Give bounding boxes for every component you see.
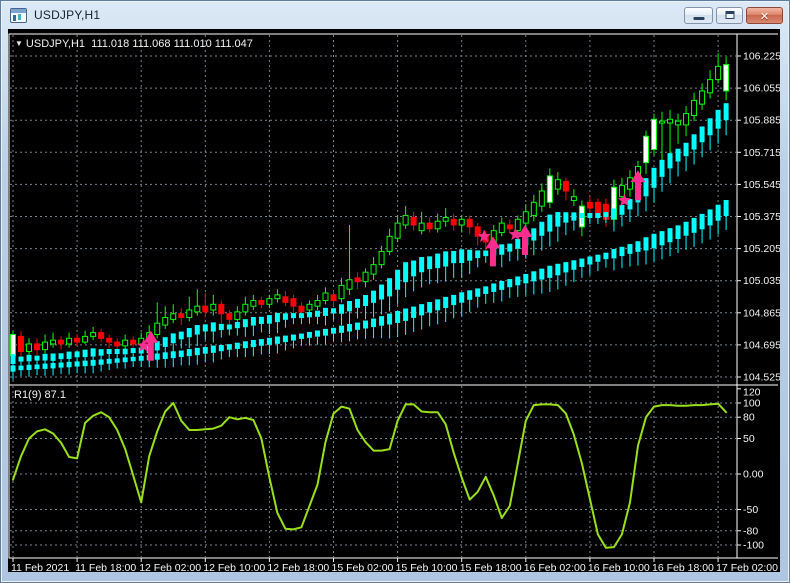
svg-text:16 Feb 18:00: 16 Feb 18:00 xyxy=(652,562,714,572)
maximize-icon xyxy=(725,11,734,19)
svg-text:15 Feb 02:00: 15 Feb 02:00 xyxy=(332,562,394,572)
svg-text:105.375: 105.375 xyxy=(743,211,780,223)
svg-text:104.525: 104.525 xyxy=(743,372,780,384)
titlebar: USDJPY,H1 ✕ xyxy=(1,1,789,29)
chart-ohlc-header: ▼ USDJPY,H1 111.018 111.068 111.010 111.0… xyxy=(15,38,253,50)
svg-text:105.035: 105.035 xyxy=(743,275,780,287)
svg-text:106.225: 106.225 xyxy=(743,51,780,63)
svg-text:105.545: 105.545 xyxy=(743,179,780,191)
svg-text:12 Feb 18:00: 12 Feb 18:00 xyxy=(267,562,329,572)
svg-text:50: 50 xyxy=(743,433,755,445)
window-title: USDJPY,H1 xyxy=(34,8,101,22)
svg-text:106.055: 106.055 xyxy=(743,83,780,95)
header-low: 111.010 xyxy=(173,38,212,50)
svg-text:15 Feb 18:00: 15 Feb 18:00 xyxy=(460,562,522,572)
svg-text:105.205: 105.205 xyxy=(743,243,780,255)
svg-text:105.715: 105.715 xyxy=(743,147,780,159)
svg-text:100: 100 xyxy=(743,398,761,410)
svg-text:16 Feb 10:00: 16 Feb 10:00 xyxy=(588,562,650,572)
maximize-button[interactable] xyxy=(716,6,743,24)
header-high: 111.068 xyxy=(132,38,171,50)
close-button[interactable]: ✕ xyxy=(746,6,783,24)
svg-text:104.695: 104.695 xyxy=(743,339,780,351)
svg-text:12 Feb 02:00: 12 Feb 02:00 xyxy=(139,562,201,572)
header-close: 111.047 xyxy=(214,38,253,50)
mt4-chart-window: USDJPY,H1 ✕ 106.225 106.055 105.885 105.715… xyxy=(0,0,790,583)
oscillator-name-label: R1(9) 87.1 xyxy=(14,389,66,401)
svg-text:105.885: 105.885 xyxy=(743,115,780,127)
svg-text:11 Feb 18:00: 11 Feb 18:00 xyxy=(75,562,136,572)
minimize-button[interactable] xyxy=(684,6,713,24)
price-chart-svg[interactable]: 106.225 106.055 105.885 105.715 105.545 105.3… xyxy=(8,29,780,572)
svg-text:17 Feb 02:00: 17 Feb 02:00 xyxy=(716,562,778,572)
svg-text:0.00: 0.00 xyxy=(743,469,764,481)
svg-text:11 Feb 2021: 11 Feb 2021 xyxy=(11,562,69,572)
svg-text:16 Feb 02:00: 16 Feb 02:00 xyxy=(524,562,586,572)
chart-window-icon xyxy=(10,7,27,23)
svg-text:-80: -80 xyxy=(743,525,758,537)
minimize-icon xyxy=(693,16,704,20)
svg-text:-100: -100 xyxy=(743,540,764,552)
window-controls: ✕ xyxy=(684,6,783,24)
svg-text:-50: -50 xyxy=(743,504,758,516)
svg-text:12 Feb 10:00: 12 Feb 10:00 xyxy=(203,562,265,572)
svg-text:15 Feb 10:00: 15 Feb 10:00 xyxy=(396,562,458,572)
svg-text:80: 80 xyxy=(743,412,755,424)
close-icon: ✕ xyxy=(759,10,770,23)
svg-text:104.865: 104.865 xyxy=(743,307,780,319)
symbol-dropdown-icon[interactable]: ▼ xyxy=(15,39,23,48)
chart-canvas[interactable]: 106.225 106.055 105.885 105.715 105.545 105.3… xyxy=(8,29,780,572)
header-open: 111.018 xyxy=(91,38,130,50)
header-symbol: USDJPY,H1 xyxy=(25,38,86,50)
